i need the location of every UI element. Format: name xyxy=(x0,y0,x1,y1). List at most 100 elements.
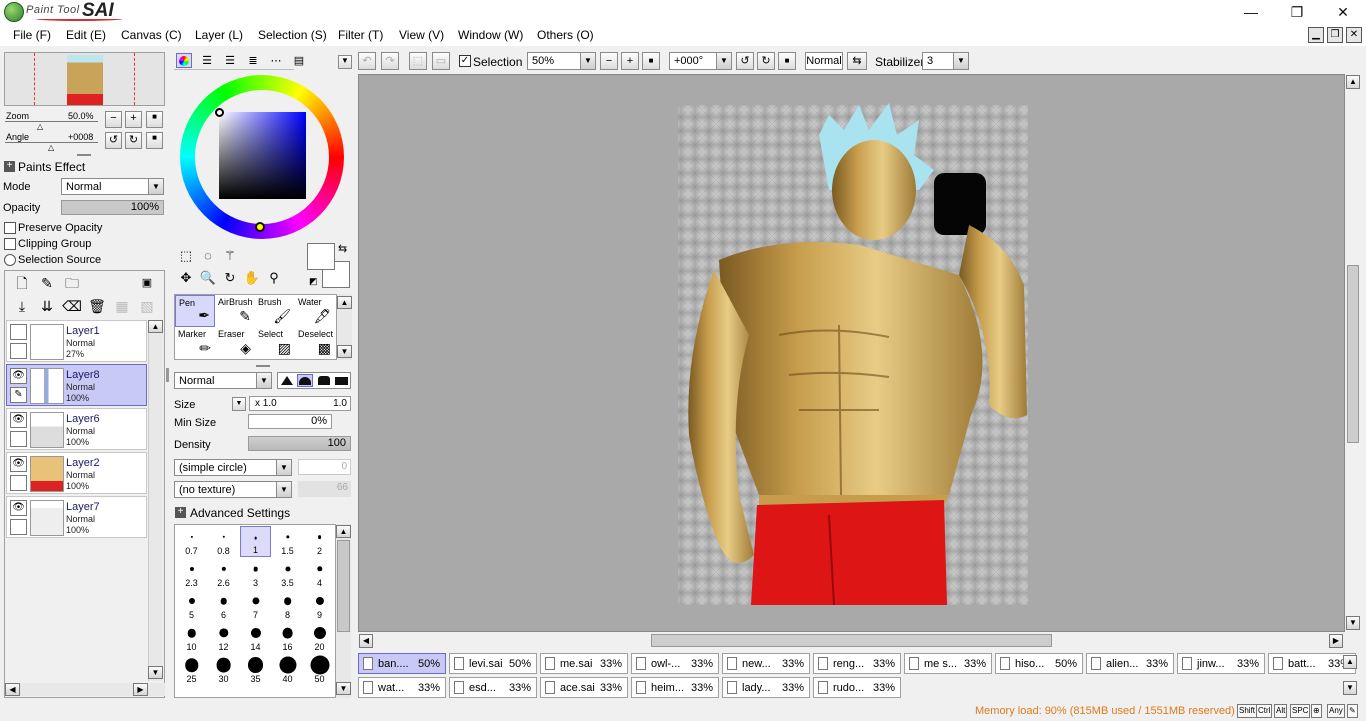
canvas-viewport[interactable] xyxy=(358,74,1345,632)
layer-row[interactable]: 👁 Layer6 Normal 100% xyxy=(6,408,147,450)
document-tab[interactable]: rudo... 33% xyxy=(813,677,901,698)
brush-size-option[interactable]: 10 xyxy=(176,622,207,653)
panel-grip[interactable] xyxy=(77,154,91,156)
angle-slider-thumb[interactable]: △ xyxy=(48,143,54,152)
min-size-bar[interactable]: 0% xyxy=(248,414,332,429)
size-field[interactable]: x 1.0 1.0 xyxy=(249,396,351,411)
swatches-icon[interactable]: ≣ xyxy=(243,51,263,71)
document-tab[interactable]: ban.... 50% xyxy=(358,653,446,674)
mdi-minimize-button[interactable]: ▁ xyxy=(1308,27,1324,43)
eyedropper-icon[interactable]: ⚲ xyxy=(264,268,284,288)
brush-size-option[interactable]: 12 xyxy=(208,622,239,653)
selection-visible-checkbox[interactable]: ✓ xyxy=(459,55,471,67)
brush-size-option[interactable]: 50 xyxy=(304,654,335,685)
brush-size-option[interactable]: 2.6 xyxy=(208,558,239,589)
brush-size-option[interactable]: 30 xyxy=(208,654,239,685)
zoom-slider-thumb[interactable]: △ xyxy=(37,122,43,131)
layer-row[interactable]: Layer1 Normal 27% xyxy=(6,320,147,362)
brush-blend-mode-select[interactable]: Normal ▼ xyxy=(174,372,272,389)
layer-mask-icon[interactable]: ▣ xyxy=(137,273,157,293)
merge-down-icon[interactable]: ⇊ xyxy=(37,296,57,316)
hand-icon[interactable]: ✋ xyxy=(242,268,262,288)
brush-size-option[interactable]: 7 xyxy=(240,590,271,621)
menu-file[interactable]: File (F) xyxy=(13,28,51,42)
rect-select-icon[interactable]: ⬚ xyxy=(176,246,196,266)
layer-lock-toggle[interactable] xyxy=(10,343,27,359)
canvas-scroll-right-icon[interactable]: ▶ xyxy=(1329,634,1343,648)
brush-size-option[interactable]: 8 xyxy=(272,590,303,621)
layer-scroll-left-icon[interactable]: ◀ xyxy=(5,683,20,696)
rgb-sliders-icon[interactable]: ☰ xyxy=(197,51,217,71)
delete-layer-icon[interactable]: 🗑 xyxy=(87,296,107,316)
brush-size-option[interactable]: 35 xyxy=(240,654,271,685)
brush-size-option[interactable]: 2.3 xyxy=(176,558,207,589)
stabilizer-select[interactable]: 3 ▼ xyxy=(922,52,969,70)
toolbar-zoom-in-icon[interactable]: + xyxy=(621,52,639,70)
brush-size-option[interactable]: 2 xyxy=(304,526,335,557)
layer-scroll-right-icon[interactable]: ▶ xyxy=(133,683,148,696)
zoom-tool-icon[interactable]: 🔍 xyxy=(198,268,218,288)
panel-splitter[interactable] xyxy=(166,368,169,382)
maximize-button[interactable]: ❐ xyxy=(1274,0,1320,24)
tool-pen[interactable]: Pen ✒ xyxy=(175,295,215,327)
delete-mask-icon[interactable]: ▧ xyxy=(137,296,157,316)
mdi-close-button[interactable]: ✕ xyxy=(1346,27,1362,43)
mixer-icon[interactable]: ⋯ xyxy=(266,51,286,71)
canvas-vscroll-thumb[interactable] xyxy=(1347,265,1359,443)
brush-size-option[interactable]: 1.5 xyxy=(272,526,303,557)
toolbar-rotate-right-icon[interactable]: ↻ xyxy=(757,52,775,70)
tool-airbrush[interactable]: AirBrush ✎ xyxy=(215,295,255,327)
panel-grip[interactable] xyxy=(256,365,270,367)
brush-texture-select[interactable]: (no texture) ▼ xyxy=(174,481,292,498)
canvas-scroll-down-icon[interactable]: ▼ xyxy=(1346,616,1360,630)
swap-colors-icon[interactable]: ⇆ xyxy=(338,242,347,255)
document-tab[interactable]: jinw... 33% xyxy=(1177,653,1265,674)
document-tab[interactable]: heim... 33% xyxy=(631,677,719,698)
deselect-icon[interactable]: ⬚ xyxy=(409,52,427,70)
hsv-sliders-icon[interactable]: ☰ xyxy=(220,51,240,71)
expand-advanced-icon[interactable]: + xyxy=(175,507,186,518)
magic-wand-icon[interactable]: ⚚ xyxy=(220,246,240,266)
selection-source-radio[interactable] xyxy=(4,254,16,266)
tool-scroll-down-icon[interactable]: ▼ xyxy=(337,345,352,358)
brush-size-option[interactable]: 5 xyxy=(176,590,207,621)
rotate-tool-icon[interactable]: ↻ xyxy=(220,268,240,288)
brush-size-option[interactable]: 0.7 xyxy=(176,526,207,557)
menu-filter[interactable]: Filter (T) xyxy=(338,28,383,42)
sv-picker-handle[interactable] xyxy=(215,108,224,117)
zoom-reset-icon[interactable]: ■ xyxy=(146,111,163,128)
brush-size-option[interactable]: 40 xyxy=(272,654,303,685)
brush-size-scroll-down-icon[interactable]: ▼ xyxy=(336,682,351,695)
view-mode-field[interactable]: Normal xyxy=(805,52,843,70)
document-tab[interactable]: hiso... 50% xyxy=(995,653,1083,674)
menu-others[interactable]: Others (O) xyxy=(537,28,594,42)
brush-size-scroll-up-icon[interactable]: ▲ xyxy=(336,525,351,538)
layer-row[interactable]: 👁 Layer2 Normal 100% xyxy=(6,452,147,494)
pen-lock-icon[interactable]: ✎ xyxy=(10,387,27,403)
saturation-value-square[interactable] xyxy=(219,112,306,199)
document-tab[interactable]: owl-... 33% xyxy=(631,653,719,674)
tool-scroll-up-icon[interactable]: ▲ xyxy=(337,296,352,309)
brush-edge-selector[interactable] xyxy=(277,372,351,389)
menu-edit[interactable]: Edit (E) xyxy=(66,28,106,42)
rotation-select[interactable]: +000° ▼ xyxy=(669,52,732,70)
layer-row[interactable]: 👁 Layer7 Normal 100% xyxy=(6,496,147,538)
tool-brush[interactable]: Brush 🖌 xyxy=(255,295,295,327)
toolbar-rotate-left-icon[interactable]: ↺ xyxy=(736,52,754,70)
new-linework-layer-icon[interactable]: ✎ xyxy=(37,273,57,293)
brush-size-option[interactable]: 3 xyxy=(240,558,271,589)
shape-strength-field[interactable]: 0 xyxy=(298,459,351,475)
brush-size-scroll-thumb[interactable] xyxy=(337,540,350,632)
document-tab[interactable]: alien... 33% xyxy=(1086,653,1174,674)
lasso-icon[interactable]: ◌ xyxy=(198,246,218,266)
brush-size-option[interactable]: 0.8 xyxy=(208,526,239,557)
hue-picker-handle[interactable] xyxy=(255,222,265,232)
brush-size-option[interactable]: 6 xyxy=(208,590,239,621)
transfer-down-icon[interactable]: ⤓ xyxy=(12,296,32,316)
flip-view-icon[interactable]: ⇆ xyxy=(847,52,867,70)
menu-selection[interactable]: Selection (S) xyxy=(258,28,327,42)
tabs-scroll-down-icon[interactable]: ▼ xyxy=(1343,681,1357,695)
density-bar[interactable]: 100 xyxy=(248,436,351,451)
brush-size-option[interactable]: 25 xyxy=(176,654,207,685)
clear-layer-icon[interactable]: ⌫ xyxy=(62,296,82,316)
